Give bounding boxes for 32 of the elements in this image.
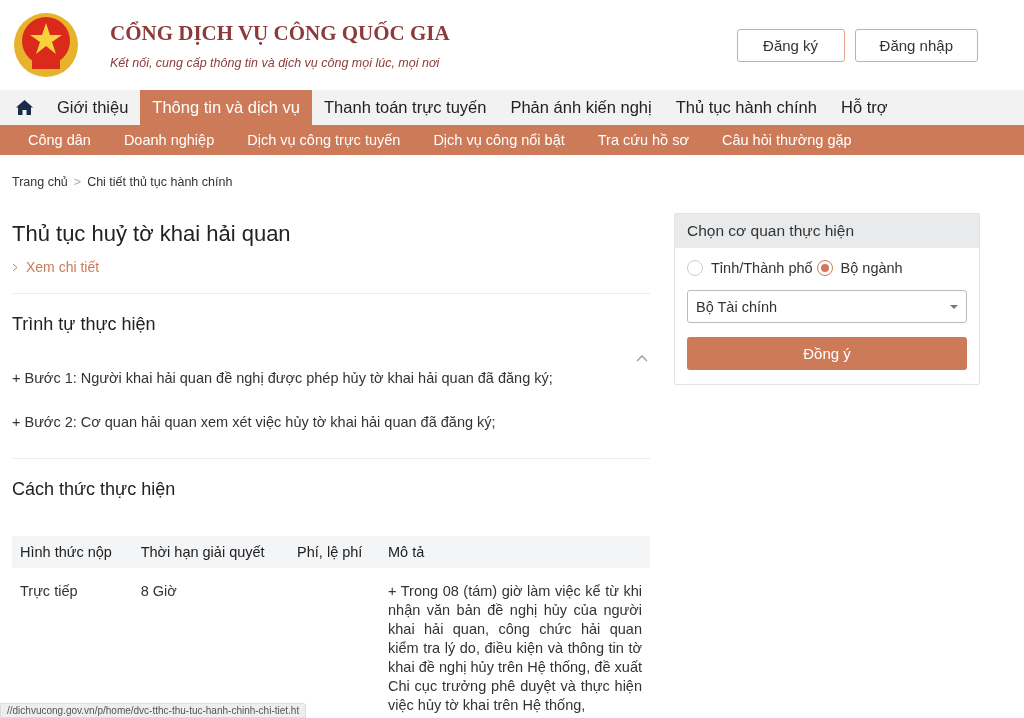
status-url: //dichvucong.gov.vn/p/home/dvc-tthc-thu-tuc-hanh-chinh-chi-tiet.ht: [0, 703, 307, 718]
radio-label: Tỉnh/Thành phố: [711, 260, 813, 276]
caret-icon: [950, 304, 958, 309]
breadcrumb-link[interactable]: Chi tiết thủ tục hành chính: [87, 175, 233, 189]
table-header: Mô tả: [380, 536, 650, 568]
step-text: + Bước 2: Cơ quan hải quan xem xét việc hủy tờ khai hải quan đã đăng ký;: [12, 414, 497, 430]
nav-tab[interactable]: Thanh toán trực tuyến: [312, 90, 499, 125]
header-button[interactable]: Đăng ký: [736, 28, 845, 62]
table-header: Hình thức nộp: [12, 536, 133, 568]
nav-tab[interactable]: Hỗ trợ: [828, 90, 900, 125]
section-heading: Trình tự thực hiện: [12, 314, 157, 335]
panel-title: Chọn cơ quan thực hiện: [675, 214, 979, 248]
breadcrumb-separator: >: [73, 175, 82, 189]
chevron-up-icon[interactable]: [636, 355, 648, 362]
nav-tab[interactable]: Phản ánh kiến nghị: [498, 90, 664, 125]
agency-select[interactable]: Bộ Tài chính: [687, 290, 967, 323]
breadcrumb-link[interactable]: Trang chủ: [12, 175, 68, 189]
home-icon[interactable]: [16, 100, 33, 115]
step-text: + Bước 1: Người khai hải quan đề nghị được phép hủy tờ khai hải quan đã đăng ký;: [12, 370, 554, 386]
page-title: Thủ tục huỷ tờ khai hải quan: [12, 221, 292, 247]
nav-tab[interactable]: Giới thiệu: [45, 90, 141, 125]
table-cell: + Trong 08 (tám) giờ làm việc kể từ khi nhận văn bản đề nghị hủy của người khai hải quan, công chức hải quan kiểm tra lý do, điều kiện và thông tin tờ khai đề nghị hủy trên Hệ thống, đề xuất Chi cục trưởng phê duyệt và thực hiện việc hủy tờ khai trên Hệ thống,: [380, 568, 650, 715]
header-button[interactable]: Đăng nhập: [854, 28, 978, 62]
table-header: Thời hạn giải quyết: [132, 536, 290, 568]
nav-tab[interactable]: Thủ tục hành chính: [663, 90, 829, 125]
table-header: Phí, lệ phí: [289, 536, 380, 568]
chevron-right-icon: [12, 262, 18, 272]
site-title: CỔNG DỊCH VỤ CÔNG QUỐC GIA: [110, 20, 451, 46]
section-heading: Cách thức thực hiện: [12, 479, 177, 500]
radio-label: Bộ ngành: [840, 260, 903, 276]
national-emblem-icon: [12, 11, 80, 79]
site-tagline: Kết nối, cung cấp thông tin và dịch vụ công mọi lúc, mọi nơi: [110, 55, 441, 70]
